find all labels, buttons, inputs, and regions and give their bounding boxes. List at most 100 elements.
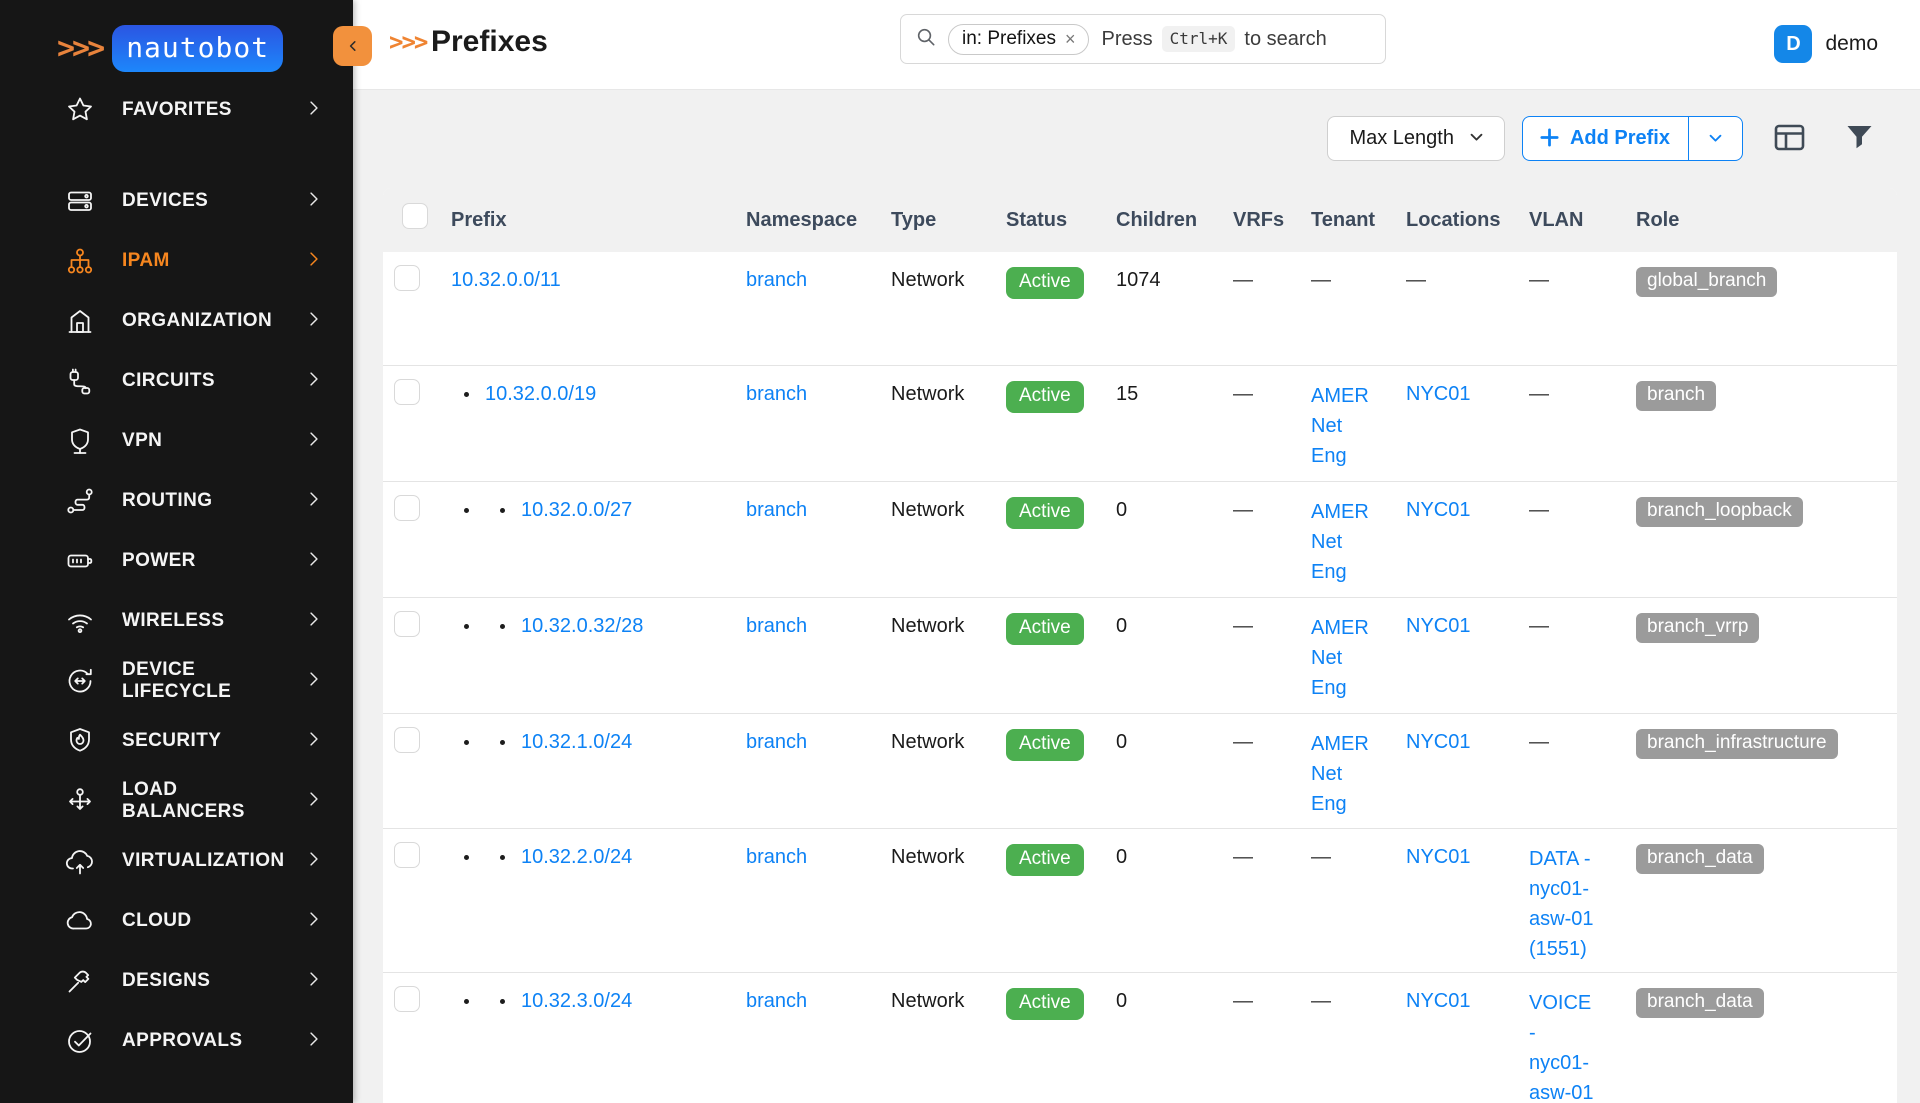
row-checkbox[interactable] [394, 265, 420, 291]
sidebar-item-ipam[interactable]: IPAM [0, 231, 353, 291]
sidebar-item-circuits[interactable]: CIRCUITS [0, 351, 353, 411]
namespace-link[interactable]: branch [746, 499, 807, 521]
depth-dot [500, 855, 505, 860]
sidebar-item-label: DEVICE LIFECYCLE [122, 659, 303, 703]
add-prefix-caret-button[interactable] [1688, 116, 1743, 161]
table-columns-button[interactable] [1774, 124, 1805, 154]
column-header-type[interactable]: Type [880, 188, 995, 252]
table-row: 10.32.0.0/19 branch Network Active 15 — … [383, 365, 1897, 481]
role-badge[interactable]: global_branch [1636, 267, 1777, 297]
tenant-link[interactable]: AMER Net Eng [1311, 381, 1373, 471]
prefix-link[interactable]: 10.32.0.32/28 [521, 615, 643, 637]
namespace-link[interactable]: branch [746, 615, 807, 637]
sidebar-item-designs[interactable]: DESIGNS [0, 951, 353, 1011]
column-header-status[interactable]: Status [995, 188, 1105, 252]
filter-button[interactable] [1846, 125, 1873, 153]
column-header-prefix[interactable]: Prefix [440, 188, 735, 252]
locations-link[interactable]: NYC01 [1406, 383, 1470, 405]
prefix-link[interactable]: 10.32.2.0/24 [521, 846, 632, 868]
tenant-value: — [1311, 846, 1331, 868]
tenant-link[interactable]: AMER Net Eng [1311, 729, 1373, 819]
sidebar-item-security[interactable]: SECURITY [0, 711, 353, 771]
sidebar-item-device-lifecycle[interactable]: DEVICE LIFECYCLE [0, 651, 353, 711]
locations-link[interactable]: NYC01 [1406, 990, 1470, 1012]
column-header-role[interactable]: Role [1625, 188, 1897, 252]
user-menu[interactable]: D demo [1774, 25, 1878, 63]
column-header-children[interactable]: Children [1105, 188, 1222, 252]
sidebar-item-devices[interactable]: DEVICES [0, 171, 353, 231]
locations-link[interactable]: NYC01 [1406, 615, 1470, 637]
locations-link[interactable]: NYC01 [1406, 499, 1470, 521]
vlan-link[interactable]: VOICE - nyc01-asw-01 (1651) [1529, 988, 1601, 1103]
prefix-link[interactable]: 10.32.0.0/19 [485, 383, 596, 405]
locations-link[interactable]: NYC01 [1406, 846, 1470, 868]
table-toolbar: Max Length Add Prefix [353, 90, 1920, 161]
children-count: 0 [1116, 990, 1127, 1012]
sidebar-item-power[interactable]: POWER [0, 531, 353, 591]
chevron-right-icon [303, 308, 325, 335]
sidebar-item-routing[interactable]: ROUTING [0, 471, 353, 531]
table-row: 10.32.0.32/28 branch Network Active 0 — … [383, 597, 1897, 713]
children-count: 15 [1116, 383, 1138, 405]
column-header-tenant[interactable]: Tenant [1300, 188, 1395, 252]
column-header-vrfs[interactable]: VRFs [1222, 188, 1300, 252]
sidebar-item-wireless[interactable]: WIRELESS [0, 591, 353, 651]
prefix-link[interactable]: 10.32.0.0/27 [521, 499, 632, 521]
column-header-namespace[interactable]: Namespace [735, 188, 880, 252]
logo-text: nautobot [126, 31, 269, 64]
sidebar-item-approvals[interactable]: APPROVALS [0, 1011, 353, 1071]
tenant-link[interactable]: AMER Net Eng [1311, 613, 1373, 703]
select-all-checkbox[interactable] [402, 203, 428, 229]
column-header-locations[interactable]: Locations [1395, 188, 1518, 252]
row-checkbox[interactable] [394, 727, 420, 753]
role-badge[interactable]: branch_infrastructure [1636, 729, 1838, 759]
vrfs-value: — [1233, 269, 1253, 291]
vlan-value: — [1529, 383, 1549, 405]
role-badge[interactable]: branch_loopback [1636, 497, 1803, 527]
sidebar: >>> nautobot FAVORITES DEVICES IPAM [0, 0, 353, 1103]
status-badge: Active [1006, 988, 1084, 1020]
sidebar-item-label: APPROVALS [122, 1030, 303, 1052]
locations-link[interactable]: NYC01 [1406, 731, 1470, 753]
tenant-link[interactable]: AMER Net Eng [1311, 497, 1373, 587]
sidebar-item-cloud[interactable]: CLOUD [0, 891, 353, 951]
nautobot-logo[interactable]: >>> nautobot [0, 0, 353, 72]
sidebar-item-virtualization[interactable]: VIRTUALIZATION [0, 831, 353, 891]
row-checkbox[interactable] [394, 986, 420, 1012]
sidebar-collapse-button[interactable] [333, 26, 372, 66]
sidebar-item-favorites[interactable]: FAVORITES [0, 80, 353, 140]
chevron-right-icon [303, 668, 325, 695]
role-badge[interactable]: branch_vrrp [1636, 613, 1759, 643]
column-header-vlan[interactable]: VLAN [1518, 188, 1625, 252]
namespace-link[interactable]: branch [746, 731, 807, 753]
sidebar-item-load-balancers[interactable]: LOAD BALANCERS [0, 771, 353, 831]
namespace-link[interactable]: branch [746, 269, 807, 291]
row-checkbox[interactable] [394, 495, 420, 521]
prefix-link[interactable]: 10.32.0.0/11 [451, 269, 561, 291]
row-checkbox[interactable] [394, 842, 420, 868]
add-prefix-button[interactable]: Add Prefix [1522, 116, 1688, 161]
children-count: 0 [1116, 615, 1127, 637]
logo-pill: nautobot [112, 25, 283, 72]
prefix-link[interactable]: 10.32.3.0/24 [521, 990, 632, 1012]
max-length-dropdown[interactable]: Max Length [1327, 116, 1505, 161]
row-checkbox[interactable] [394, 611, 420, 637]
prefix-link[interactable]: 10.32.1.0/24 [521, 731, 632, 753]
sidebar-item-organization[interactable]: ORGANIZATION [0, 291, 353, 351]
table-row: 10.32.0.0/11 branch Network Active 1074 … [383, 252, 1897, 365]
namespace-link[interactable]: branch [746, 383, 807, 405]
search-icon [915, 26, 937, 53]
search-scope-label: in: Prefixes [962, 28, 1056, 50]
namespace-link[interactable]: branch [746, 990, 807, 1012]
namespace-link[interactable]: branch [746, 846, 807, 868]
vlan-link[interactable]: DATA - nyc01-asw-01 (1551) [1529, 844, 1601, 964]
children-count: 0 [1116, 846, 1127, 868]
sidebar-item-vpn[interactable]: VPN [0, 411, 353, 471]
role-badge[interactable]: branch_data [1636, 988, 1764, 1018]
routing-icon [64, 485, 96, 517]
role-badge[interactable]: branch_data [1636, 844, 1764, 874]
chip-close-icon[interactable]: × [1065, 30, 1076, 48]
search-input[interactable]: in: Prefixes × Press Ctrl+K to search [900, 14, 1386, 64]
row-checkbox[interactable] [394, 379, 420, 405]
role-badge[interactable]: branch [1636, 381, 1716, 411]
